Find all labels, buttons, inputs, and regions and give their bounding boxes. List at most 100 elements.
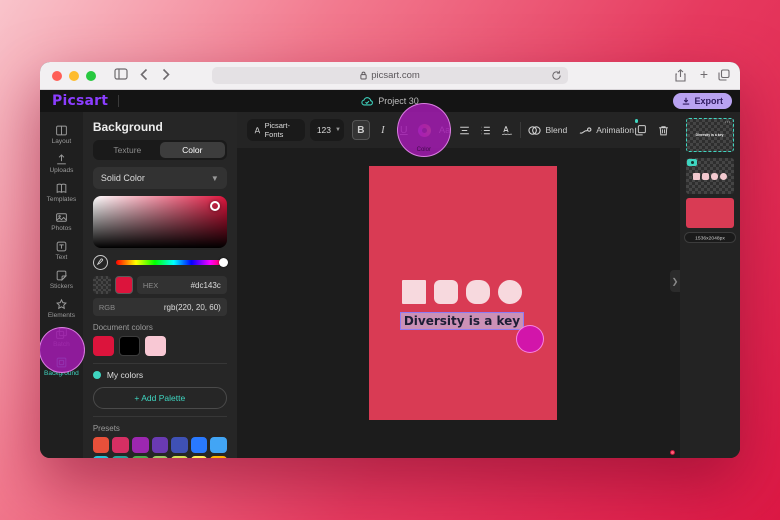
text-spacing-button[interactable] [500,120,513,140]
rail-item-layout[interactable]: Layout [40,120,83,149]
square-shape[interactable] [402,280,426,304]
preset-swatch[interactable] [171,456,188,458]
preset-swatch[interactable] [210,437,227,453]
project-title[interactable]: Project 30 [361,96,419,106]
layout-icon [55,124,68,137]
round-square-shape[interactable] [466,280,490,304]
rail-item-text[interactable]: Text [40,236,83,265]
panel-collapse-handle[interactable]: ❯ [670,270,680,292]
duplicate-button[interactable] [634,120,647,140]
rounded-square-shape[interactable] [434,280,458,304]
font-family-selector[interactable]: Picsart-Fonts [247,119,305,141]
preset-swatch[interactable] [171,437,188,453]
preset-swatch[interactable] [132,456,149,458]
document-color-swatch[interactable] [145,336,166,356]
fill-type-dropdown[interactable]: Solid Color ▼ [93,167,227,189]
preset-swatch[interactable] [191,437,208,453]
mini-rounder [711,173,718,180]
font-icon [254,126,261,135]
rgb-field[interactable]: RGB rgb(220, 20, 60) [93,298,227,316]
preset-swatch[interactable] [93,456,110,458]
hue-row [93,255,227,269]
cloud-saved-icon [361,97,373,106]
rail-item-uploads[interactable]: Uploads [40,149,83,178]
design-canvas[interactable]: Diversity is a key [369,166,557,420]
blend-button[interactable]: Blend [528,120,567,140]
browser-window: picsart.com + Picsart Project 30 Export [40,62,740,458]
tab-color[interactable]: Color [160,142,225,158]
align-center-button[interactable] [458,120,471,140]
lock-icon [360,71,367,80]
share-icon[interactable] [675,69,686,82]
rail-item-background[interactable]: Background [40,352,83,381]
document-color-swatch[interactable] [93,336,114,356]
eyedropper-button[interactable] [93,255,108,270]
visibility-eye-icon[interactable] [687,159,697,166]
rail-item-batch[interactable]: Batch [40,323,83,352]
close-window-button[interactable] [52,71,62,81]
delete-button[interactable] [657,120,670,140]
animation-icon [579,124,592,137]
background-panel: Background Texture Color Solid Color ▼ [83,112,237,458]
font-size-selector[interactable]: 123 ▼ [310,119,344,141]
back-button[interactable] [140,68,148,81]
preset-swatch[interactable] [210,456,227,458]
preset-swatch[interactable] [132,437,149,453]
text-tool-icon [55,240,68,253]
new-tab-icon[interactable]: + [700,66,708,82]
my-colors-icon [93,371,101,379]
underline-button[interactable]: U [396,120,412,140]
zoom-window-button[interactable] [86,71,96,81]
tabs-overview-icon[interactable] [718,69,730,81]
current-color-swatch[interactable] [115,276,133,294]
toolbar-divider [520,122,521,138]
preset-swatch[interactable] [152,456,169,458]
photos-icon [55,211,68,224]
hue-slider[interactable] [116,260,227,265]
color-picker-handle[interactable] [210,201,220,211]
text-color-button[interactable] [418,120,431,140]
preset-swatch[interactable] [93,437,110,453]
minimize-window-button[interactable] [69,71,79,81]
animation-button[interactable]: Animation [579,120,634,140]
transparent-swatch[interactable] [93,276,111,294]
sidebar-toggle-icon[interactable] [114,68,128,80]
tab-texture[interactable]: Texture [95,142,160,158]
address-bar[interactable]: picsart.com [212,67,568,84]
text-toolbar: Picsart-Fonts 123 ▼ B I U Aa [237,112,680,148]
export-button[interactable]: Export [673,93,732,109]
rail-item-elements[interactable]: Elements [40,294,83,323]
document-color-swatch[interactable] [119,336,140,356]
layer-options-badge[interactable]: ⋯ [725,119,732,126]
bold-button[interactable]: B [352,120,370,140]
text-case-button[interactable]: Aa [439,120,451,140]
reload-icon[interactable] [551,70,562,81]
preset-swatch[interactable] [191,456,208,458]
texture-color-tabs: Texture Color [93,140,227,160]
layer-shapes[interactable] [686,158,734,194]
circle-shape[interactable] [498,280,522,304]
divider [93,416,227,417]
add-palette-button[interactable]: + Add Palette [93,387,227,409]
app-header: Picsart Project 30 Export [40,90,740,112]
list-spacing-button[interactable] [479,120,492,140]
rail-item-templates[interactable]: Templates [40,178,83,207]
color-wheel-icon [418,124,431,137]
layer-text[interactable]: Diversity is a key ⋯ [686,118,734,152]
italic-button[interactable]: I [375,120,391,140]
rail-item-photos[interactable]: Photos [40,207,83,236]
saturation-value-picker[interactable] [93,196,227,248]
preset-swatch[interactable] [112,437,129,453]
forward-button[interactable] [162,68,170,81]
layer-background[interactable] [686,198,734,228]
my-colors-row[interactable]: My colors [93,370,227,380]
rail-item-stickers[interactable]: Stickers [40,265,83,294]
preset-swatch[interactable] [112,456,129,458]
preset-swatch[interactable] [152,437,169,453]
selected-text-element[interactable]: Diversity is a key [400,312,524,330]
picsart-logo[interactable]: Picsart [52,93,108,109]
workspace: Layout Uploads Templates Photos Text Sti… [40,112,740,458]
preset-row-1 [93,437,227,453]
hex-field[interactable]: HEX #dc143c [137,276,227,294]
hue-slider-handle[interactable] [219,258,228,267]
